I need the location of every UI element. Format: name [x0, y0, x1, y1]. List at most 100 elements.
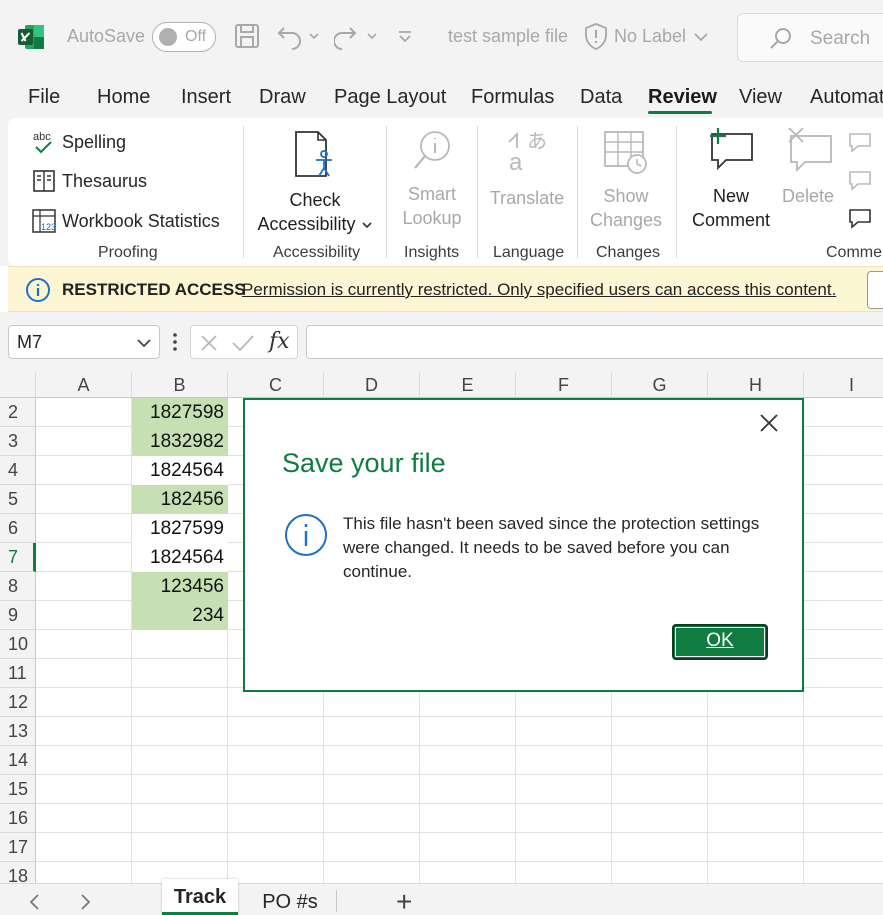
row-header-9[interactable]: 9: [0, 601, 36, 630]
row-header-14[interactable]: 14: [0, 746, 36, 775]
thesaurus-label: Thesaurus: [62, 170, 148, 191]
add-sheet-button[interactable]: +: [396, 886, 412, 915]
tab-automate[interactable]: Automat: [810, 86, 883, 109]
column-header-a[interactable]: A: [36, 372, 132, 398]
cell-b9[interactable]: 234: [132, 601, 228, 630]
autosave-toggle[interactable]: Off: [152, 22, 216, 52]
sheet-tab-track[interactable]: Track: [162, 879, 238, 915]
cell-b8[interactable]: 123456: [132, 572, 228, 601]
permission-link[interactable]: Permission is currently restricted. Only…: [242, 280, 836, 300]
row-header-17[interactable]: 17: [0, 833, 36, 862]
row-header-10[interactable]: 10: [0, 630, 36, 659]
name-box-value: M7: [17, 332, 43, 352]
cell-b5[interactable]: 182456: [132, 485, 228, 514]
row-header-5[interactable]: 5: [0, 485, 36, 514]
info-icon: [26, 278, 50, 302]
row-header-7[interactable]: 7: [0, 543, 36, 572]
tab-home[interactable]: Home: [97, 86, 150, 109]
tab-draw[interactable]: Draw: [259, 86, 306, 109]
row-header-6[interactable]: 6: [0, 514, 36, 543]
ribbon-separator: [386, 126, 387, 258]
tab-page-layout[interactable]: Page Layout: [334, 86, 446, 109]
chevron-down-icon: [361, 222, 372, 229]
autosave-label: AutoSave: [67, 26, 146, 46]
column-header-b[interactable]: B: [132, 372, 228, 398]
sheet-tab-po[interactable]: PO #s: [244, 884, 336, 915]
file-name[interactable]: test sample file: [448, 26, 568, 47]
row-header-12[interactable]: 12: [0, 688, 36, 717]
ok-button[interactable]: OK: [672, 624, 768, 660]
spelling-label: Spelling: [62, 131, 127, 152]
column-header-g[interactable]: G: [612, 372, 708, 398]
scroll-right-icon[interactable]: [78, 893, 92, 911]
row-gridline: [36, 774, 883, 775]
tab-file[interactable]: File: [28, 86, 60, 109]
sensitivity-label[interactable]: No Label: [614, 26, 710, 47]
change-permission-button[interactable]: [867, 271, 883, 309]
delete-comment-icon: [788, 127, 832, 173]
tab-view[interactable]: View: [739, 86, 782, 109]
new-comment-line1: New: [712, 186, 749, 206]
spelling-button[interactable]: abc Spelling: [32, 128, 126, 156]
save-icon[interactable]: [234, 22, 260, 50]
row-header-4[interactable]: 4: [0, 456, 36, 485]
cell-b3[interactable]: 1832982: [132, 427, 228, 456]
formula-input[interactable]: [306, 325, 883, 359]
changes-group-label: Changes: [596, 244, 661, 261]
show-changes-button[interactable]: Show Changes: [584, 128, 668, 232]
close-icon[interactable]: [758, 412, 780, 434]
row-header-8[interactable]: 8: [0, 572, 36, 601]
previous-comment-icon[interactable]: [846, 130, 876, 154]
row-header-3[interactable]: 3: [0, 427, 36, 456]
check-accessibility-button[interactable]: Check Accessibility: [252, 130, 378, 236]
redo-icon[interactable]: [334, 22, 378, 50]
cell-b6[interactable]: 1827599: [132, 514, 228, 543]
new-comment-button[interactable]: New Comment: [684, 126, 778, 232]
smart-lookup-button[interactable]: Smart Lookup: [392, 128, 472, 230]
translate-icon: あ a: [508, 129, 547, 176]
row-header-15[interactable]: 15: [0, 775, 36, 804]
customize-toolbar-icon[interactable]: [396, 22, 414, 50]
cell-b7[interactable]: 1824564: [132, 543, 228, 572]
row-header-11[interactable]: 11: [0, 659, 36, 688]
column-header-h[interactable]: H: [708, 372, 804, 398]
column-header-i[interactable]: I: [804, 372, 883, 398]
smart-lookup-icon: [414, 131, 450, 169]
translate-button[interactable]: あ a Translate: [485, 128, 569, 210]
accessibility-group-label: Accessibility: [273, 244, 361, 261]
column-header-d[interactable]: D: [324, 372, 420, 398]
cell-b2[interactable]: 1827598: [132, 398, 228, 427]
row-header-13[interactable]: 13: [0, 717, 36, 746]
select-all-corner[interactable]: [0, 372, 36, 398]
check-accessibility-line2: Accessibility: [252, 212, 378, 236]
search-box[interactable]: Search: [737, 13, 883, 62]
tab-insert[interactable]: Insert: [181, 86, 231, 109]
more-options-icon[interactable]: [170, 330, 180, 354]
row-header-2[interactable]: 2: [0, 398, 36, 427]
cancel-entry-icon[interactable]: [199, 333, 219, 353]
chevron-down-icon: [137, 339, 151, 348]
scroll-left-icon[interactable]: [28, 893, 42, 911]
tab-divider: [336, 890, 337, 912]
tab-formulas[interactable]: Formulas: [471, 86, 554, 109]
undo-icon[interactable]: [276, 22, 320, 50]
next-comment-icon[interactable]: [846, 168, 876, 192]
svg-text:a: a: [509, 149, 523, 174]
insert-function-icon[interactable]: fx: [269, 329, 290, 354]
show-comments-icon[interactable]: [846, 206, 876, 230]
ribbon-separator: [577, 126, 578, 258]
confirm-entry-icon[interactable]: [231, 333, 255, 353]
thesaurus-button[interactable]: Thesaurus: [32, 169, 147, 193]
tab-data[interactable]: Data: [580, 86, 622, 109]
cell-b4[interactable]: 1824564: [132, 456, 228, 485]
tab-review[interactable]: Review: [648, 86, 717, 109]
column-header-f[interactable]: F: [516, 372, 612, 398]
name-box[interactable]: M7: [8, 325, 160, 359]
workbook-statistics-button[interactable]: 123 Workbook Statistics: [32, 208, 220, 234]
column-header-e[interactable]: E: [420, 372, 516, 398]
check-accessibility-label: Accessibility: [257, 214, 356, 234]
delete-comment-button[interactable]: Delete: [778, 126, 838, 208]
column-header-c[interactable]: C: [228, 372, 324, 398]
row-header-16[interactable]: 16: [0, 804, 36, 833]
dialog-title: Save your file: [282, 448, 446, 478]
